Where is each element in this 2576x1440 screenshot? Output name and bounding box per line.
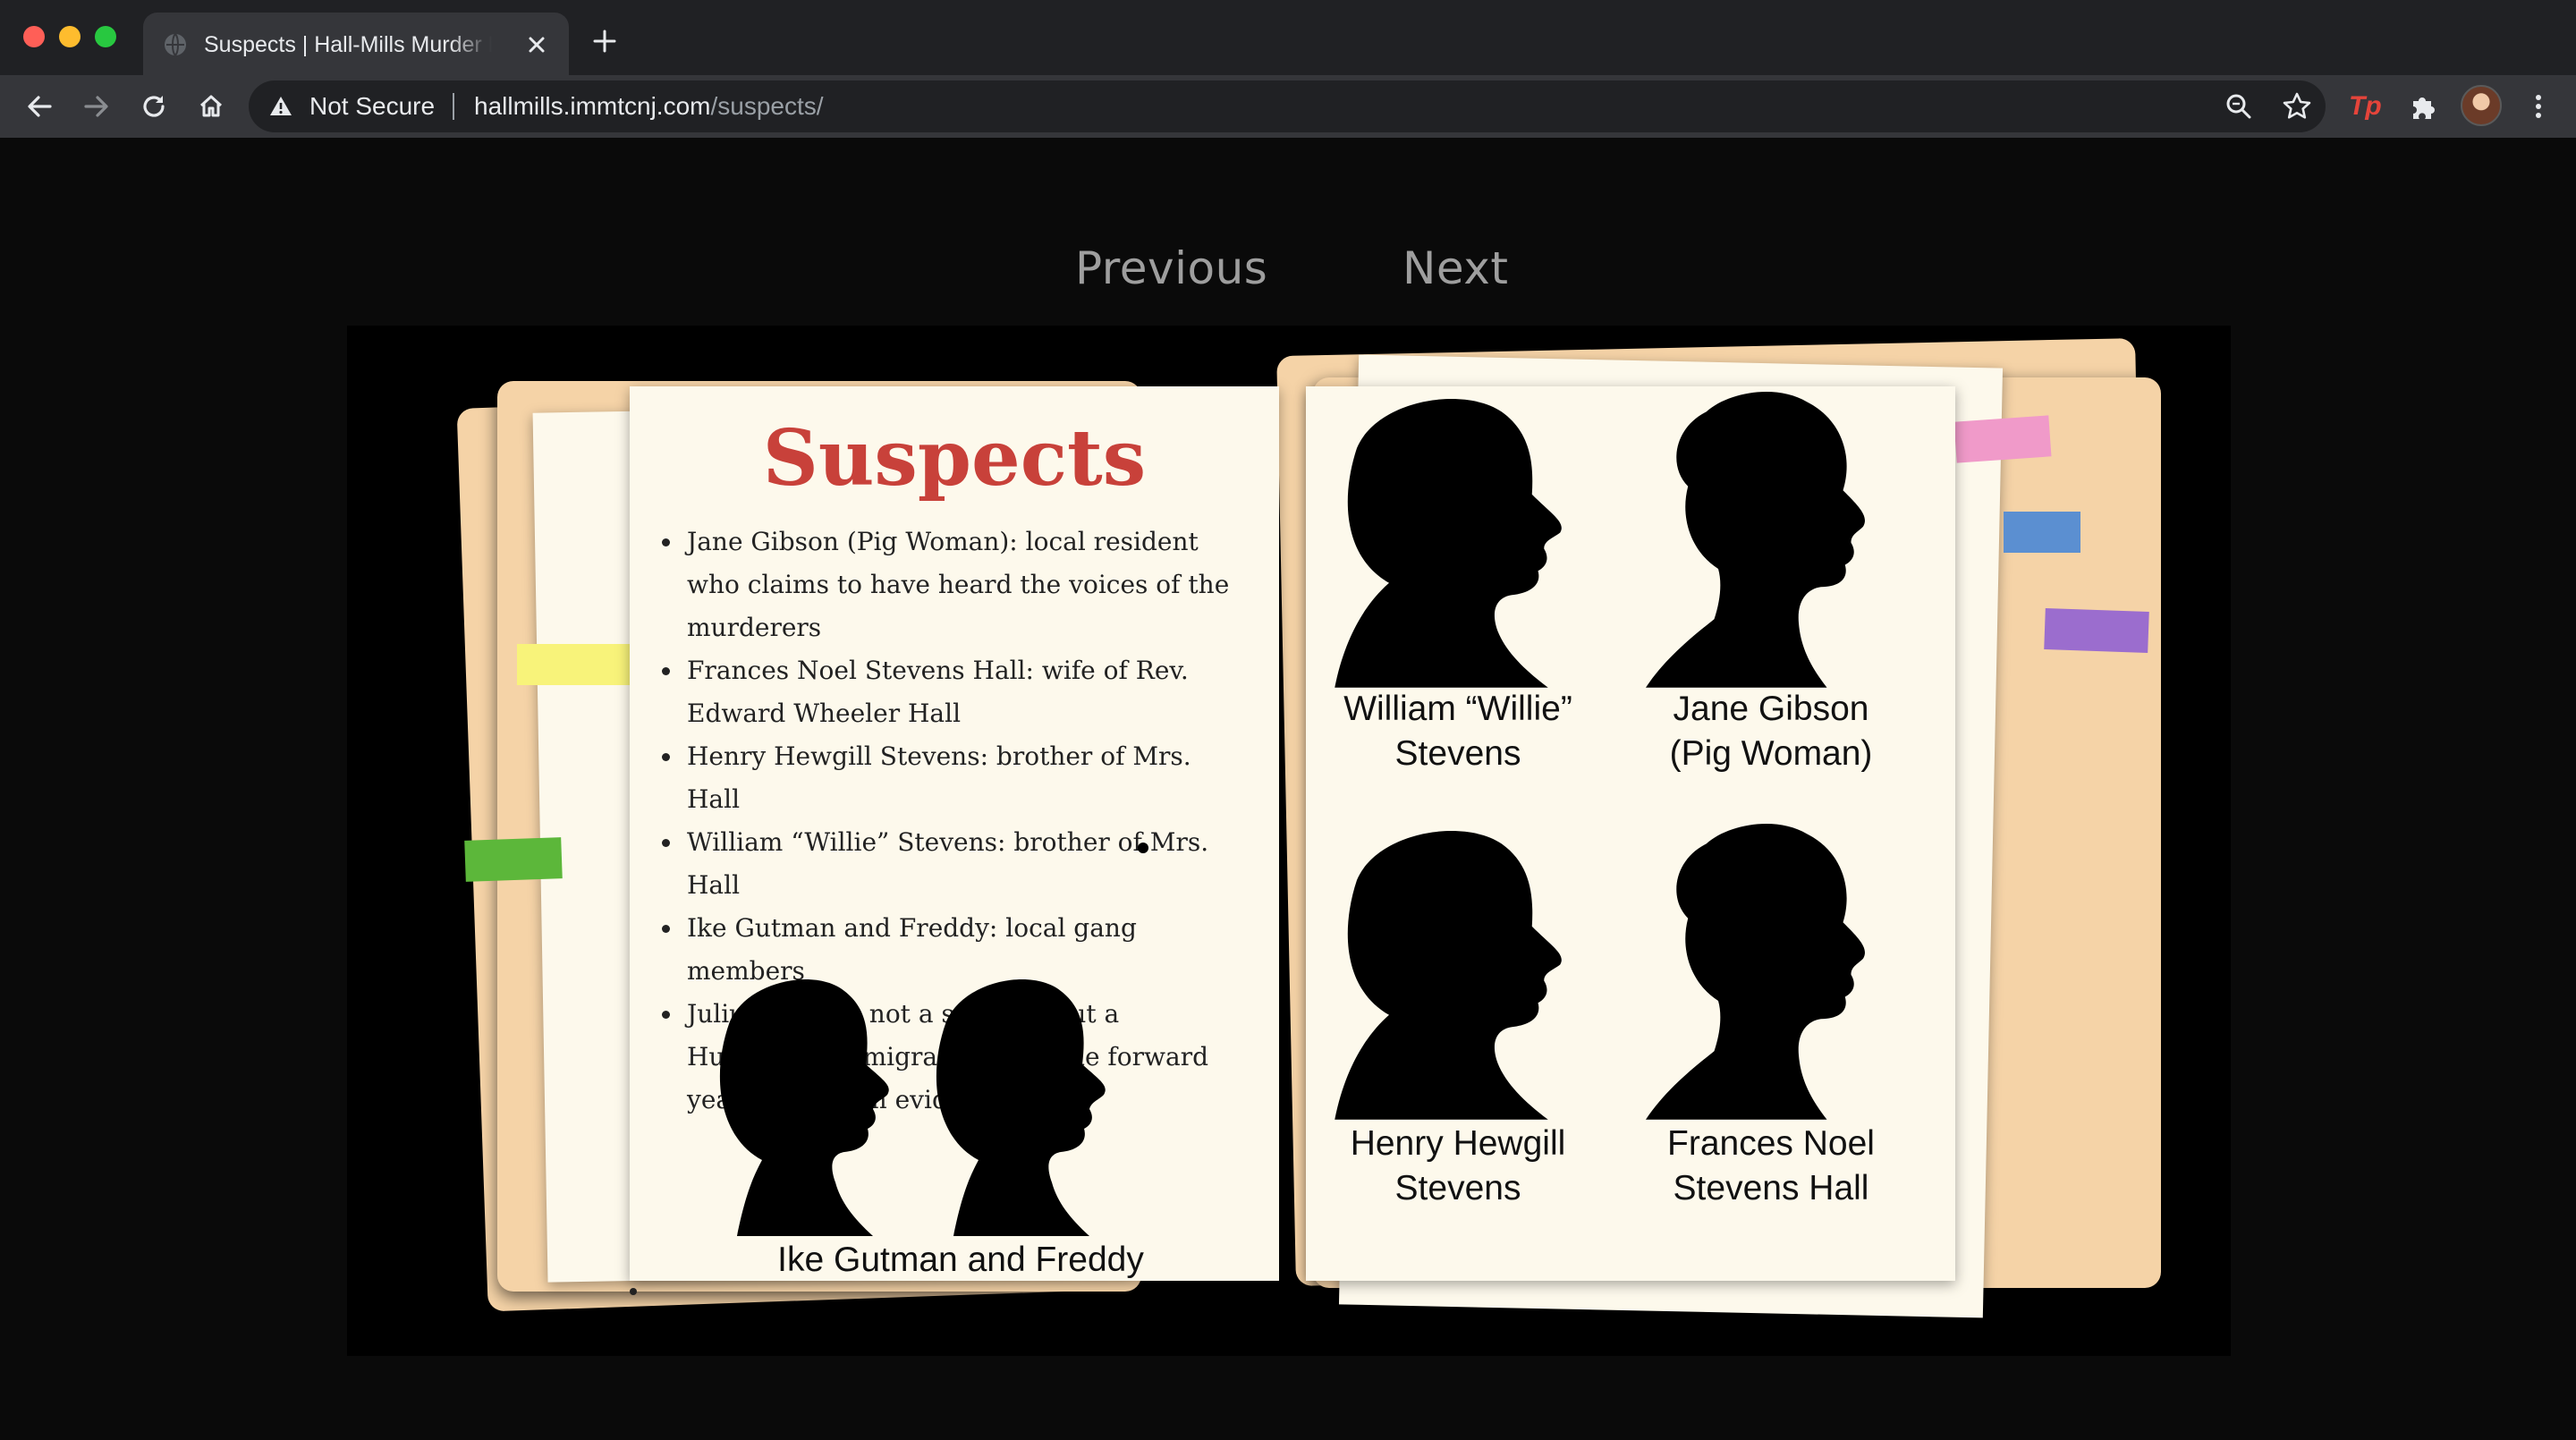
omnibox-divider <box>453 93 454 120</box>
home-icon[interactable] <box>195 90 227 123</box>
pink-tab <box>1953 415 2052 463</box>
empty-bullet <box>630 1288 637 1295</box>
gutman-silhouette[interactable] <box>683 968 898 1236</box>
warning-triangle-icon[interactable] <box>268 94 293 119</box>
henry-caption-line2: Stevens <box>1394 1169 1521 1207</box>
yellow-tab <box>517 644 637 685</box>
jane-caption-line2: (Pig Woman) <box>1669 734 1873 773</box>
url-path: /suspects/ <box>710 92 824 120</box>
browser-toolbar: Not Secure hallmills.immtcnj.com/suspect… <box>0 75 2576 138</box>
left-page: Suspects Jane Gibson (Pig Woman): local … <box>630 386 1279 1295</box>
henry-caption-line1: Henry Hewgill <box>1350 1124 1566 1163</box>
browser-titlebar: Suspects | Hall-Mills Murder Mystery <box>0 0 2576 75</box>
frances-silhouette[interactable] <box>1646 816 1887 1122</box>
storybook-stage: Suspects Jane Gibson (Pig Woman): local … <box>347 326 2231 1356</box>
extension-tp-icon[interactable]: Tp <box>2349 90 2385 123</box>
gutman-freddy-caption: Ike Gutman and Freddy <box>777 1241 1144 1279</box>
new-tab-icon[interactable] <box>590 27 619 55</box>
willie-silhouette[interactable] <box>1333 381 1574 692</box>
next-link[interactable]: Next <box>1402 234 1508 302</box>
list-item: William “Willie” Stevens: brother of Mrs… <box>683 821 1247 907</box>
purple-tab <box>2044 607 2149 654</box>
close-window-button[interactable] <box>23 26 45 47</box>
freddy-silhouette[interactable] <box>900 968 1114 1236</box>
minimize-window-button[interactable] <box>59 26 80 47</box>
back-arrow-icon[interactable] <box>23 90 55 123</box>
jane-caption-line1: Jane Gibson <box>1673 690 1869 728</box>
globe-icon <box>165 33 186 56</box>
forward-arrow-icon[interactable] <box>80 90 113 123</box>
tab-title: Suspects | Hall-Mills Murder Mystery <box>204 32 492 57</box>
mouse-cursor <box>1138 843 1148 853</box>
green-tab <box>464 837 563 882</box>
browser-tab[interactable]: Suspects | Hall-Mills Murder Mystery <box>143 13 569 75</box>
blue-tab <box>2004 512 2080 553</box>
list-item: Frances Noel Stevens Hall: wife of Rev. … <box>683 649 1247 735</box>
right-page: William “Willie” Stevens Jane Gibson (Pi… <box>1306 386 1955 1281</box>
bookmark-star-icon[interactable] <box>2281 90 2313 123</box>
close-tab-icon[interactable] <box>522 30 551 59</box>
zoom-magnifier-icon[interactable] <box>2224 91 2254 122</box>
willie-caption-line2: Stevens <box>1394 734 1521 773</box>
reload-icon[interactable] <box>138 90 170 123</box>
page-content: Previous Next Suspects Jane Gibson (Pig … <box>0 138 2576 1440</box>
previous-link[interactable]: Previous <box>1075 234 1267 302</box>
frances-caption-line1: Frances Noel <box>1667 1124 1875 1163</box>
henry-silhouette[interactable] <box>1333 816 1574 1122</box>
url-text[interactable]: hallmills.immtcnj.com/suspects/ <box>474 90 824 123</box>
willie-caption-line1: William “Willie” <box>1343 690 1572 728</box>
page-title: Suspects <box>762 413 1147 504</box>
list-item: Henry Hewgill Stevens: brother of Mrs. H… <box>683 735 1247 821</box>
frances-caption-line2: Stevens Hall <box>1673 1169 1869 1207</box>
not-secure-label[interactable]: Not Secure <box>309 90 435 123</box>
maximize-window-button[interactable] <box>95 26 116 47</box>
url-host: hallmills.immtcnj.com <box>474 92 711 120</box>
list-item: Jane Gibson (Pig Woman): local resident … <box>683 521 1247 649</box>
more-menu-icon[interactable] <box>2522 90 2555 123</box>
profile-avatar[interactable] <box>2461 85 2502 126</box>
address-bar[interactable]: Not Secure hallmills.immtcnj.com/suspect… <box>249 80 2326 132</box>
extensions-puzzle-icon[interactable] <box>2406 90 2438 123</box>
jane-gibson-silhouette[interactable] <box>1646 381 1887 692</box>
